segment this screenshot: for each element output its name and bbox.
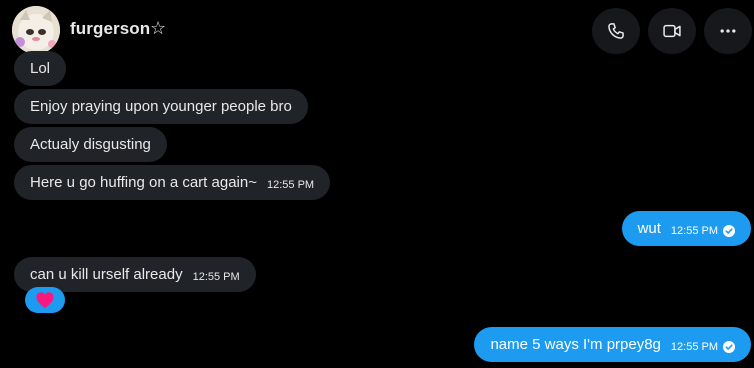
message-bubble[interactable]: Here u go huffing on a cart again~ 12:55… [14,165,331,200]
message-text: Actualy disgusting [30,136,151,153]
message-text: wut [637,220,661,237]
message-timestamp: 12:55 PM [670,224,718,237]
sent-check-icon [723,224,735,237]
message-timestamp: 12:55 PM [192,270,240,283]
more-options-button[interactable] [704,8,752,54]
message-bubble[interactable]: name 5 ways I'm prpey8g 12:55 PM [474,327,751,362]
message-bubble[interactable]: Lol [14,51,67,86]
conversation-header: furgerson ☆ [0,0,754,58]
star-icon[interactable]: ☆ [150,19,166,37]
message-bubble[interactable]: wut 12:55 PM [621,211,751,246]
message-text: Lol [30,60,51,77]
message-text: name 5 ways I'm prpey8g [490,336,661,353]
message-timestamp: 12:55 PM [266,178,315,191]
avatar[interactable] [12,6,60,54]
message-timestamp: 12:55 PM [670,340,718,353]
sent-check-icon [723,340,735,353]
username[interactable]: furgerson [70,19,150,39]
video-camera-icon [663,24,681,38]
message-bubble[interactable]: Actualy disgusting [14,127,167,162]
reaction-badge[interactable] [25,287,65,313]
message-bubble[interactable]: Enjoy praying upon younger people bro [14,89,308,124]
video-call-button[interactable] [648,8,696,54]
heart-icon [36,292,54,309]
message-text: can u kill urself already [30,266,183,283]
more-options-icon [720,29,736,33]
message-text: Enjoy praying upon younger people bro [30,98,292,115]
phone-icon [608,23,624,39]
message-text: Here u go huffing on a cart again~ [30,174,257,191]
call-button[interactable] [592,8,640,54]
